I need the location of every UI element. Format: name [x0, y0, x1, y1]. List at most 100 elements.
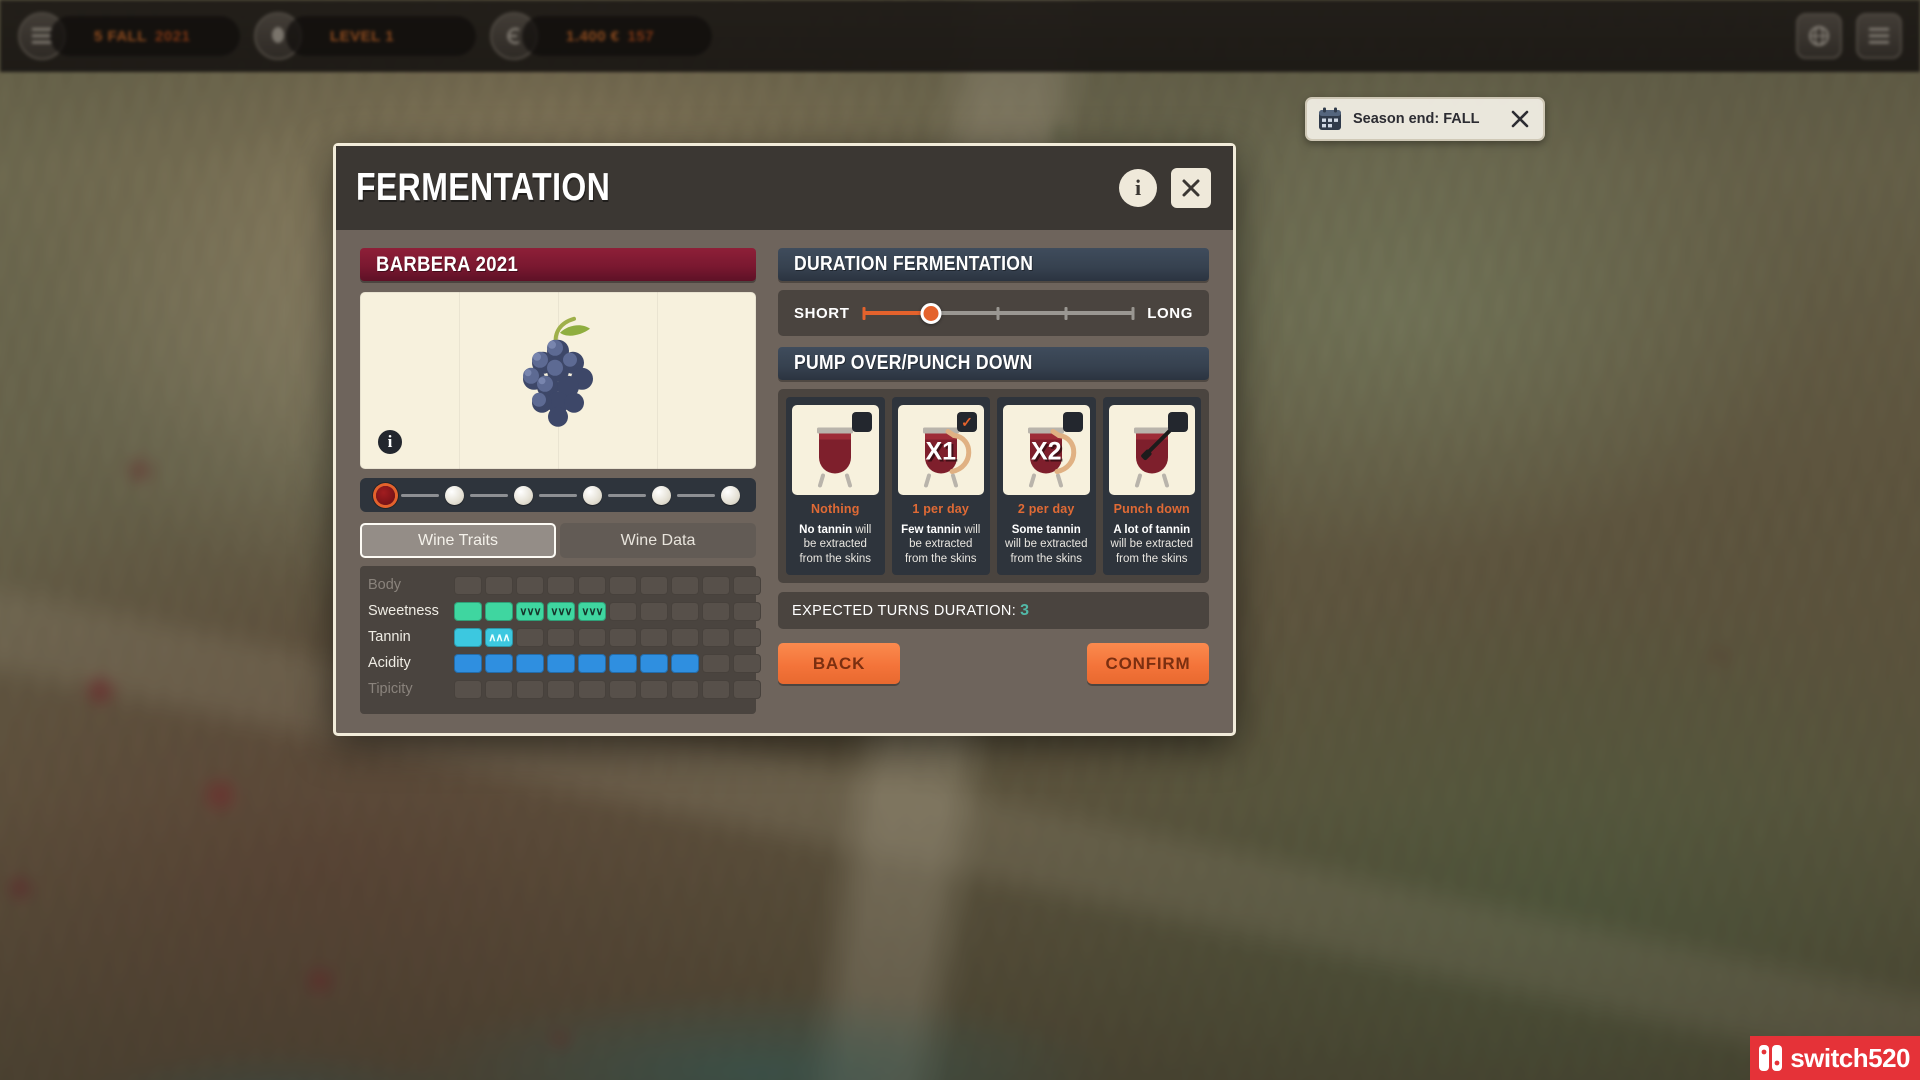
page-title: FERMENTATION	[356, 166, 611, 209]
back-button[interactable]: BACK	[778, 643, 900, 685]
pump-option-description: A lot of tannin will be extracted from t…	[1109, 523, 1196, 566]
pump-option-description: Few tannin will be extracted from the sk…	[898, 523, 985, 566]
grape-preview: i	[360, 292, 756, 469]
watermark: switch520	[1750, 1036, 1920, 1080]
trait-cell	[578, 627, 606, 647]
stepper-dot-2[interactable]	[445, 485, 464, 505]
duration-slider[interactable]	[862, 302, 1135, 324]
dialog-actions: BACK CONFIRM	[778, 643, 1209, 685]
tab-wine-traits[interactable]: Wine Traits	[360, 523, 556, 558]
stepper-connector	[470, 493, 508, 497]
duration-max-label: LONG	[1147, 304, 1193, 322]
trait-cell	[609, 627, 637, 647]
trait-row: Tannin ∧∧∧	[368, 626, 761, 648]
menu-icon[interactable]	[1856, 13, 1902, 59]
pump-option-card[interactable]: Nothing No tannin will be extracted from …	[786, 397, 885, 576]
watermark-text: switch520	[1790, 1042, 1910, 1073]
trait-cell	[733, 601, 761, 621]
stepper-connector	[608, 493, 646, 497]
trait-cells	[454, 653, 761, 673]
trait-label: Tannin	[368, 629, 411, 645]
pump-multiplier-badge: X1	[925, 437, 957, 466]
trait-cell	[609, 601, 637, 621]
pump-title: PUMP OVER/PUNCH DOWN	[794, 352, 1033, 374]
confirm-button[interactable]: CONFIRM	[1087, 643, 1209, 685]
slider-tick-1[interactable]	[862, 306, 865, 320]
pump-option-card[interactable]: X1 ✓ 1 per day Few tannin will be extracted…	[891, 397, 990, 576]
trait-cell	[640, 627, 668, 647]
trait-cell	[733, 627, 761, 647]
duration-title: DURATION FERMENTATION	[794, 253, 1034, 275]
checkbox-checked-icon[interactable]: ✓	[957, 412, 977, 432]
checkbox-unchecked-icon[interactable]	[1062, 412, 1083, 432]
globe-icon[interactable]	[1796, 13, 1842, 59]
pump-option-caption: Punch down	[1113, 502, 1190, 516]
trait-cell	[454, 575, 482, 595]
hud-money-sub: 157	[627, 27, 655, 45]
tab-wine-data[interactable]: Wine Data	[560, 523, 756, 558]
trait-cell	[454, 653, 482, 673]
hud-date-label: 5 FALL	[94, 27, 148, 45]
pump-option-card[interactable]: Punch down A lot of tannin will be extrac…	[1102, 397, 1201, 576]
hud-date-sub: 2021	[155, 27, 191, 45]
trait-cells: ∧∧∧	[454, 627, 761, 647]
pump-option-description: No tannin will be extracted from the ski…	[792, 523, 879, 566]
stepper-connector	[401, 493, 439, 497]
dialog-header: FERMENTATION i	[336, 146, 1233, 230]
trait-cell	[547, 627, 575, 647]
pump-options-list: Nothing No tannin will be extracted from …	[778, 389, 1209, 584]
slider-tick-4[interactable]	[1064, 306, 1068, 320]
slider-tick-3[interactable]	[996, 306, 1000, 320]
hud-chip-date[interactable]: 5 FALL 2021	[50, 16, 240, 56]
checkbox-unchecked-icon[interactable]	[1168, 412, 1188, 432]
trait-cell	[702, 575, 730, 595]
calendar-icon	[1317, 106, 1343, 132]
close-icon[interactable]	[1171, 168, 1211, 208]
slider-tick-5[interactable]	[1131, 306, 1135, 320]
pump-option-caption: 2 per day	[1017, 502, 1075, 516]
hud-money-label: 1.400 €	[566, 27, 620, 45]
stepper-dot-5[interactable]	[652, 485, 671, 505]
trait-cell: ∨∨∨	[516, 601, 544, 621]
hud-chip-money[interactable]: 1.400 € 157	[522, 16, 712, 56]
info-icon[interactable]: i	[376, 428, 404, 456]
wine-traits-grid: Body Sweetness ∨∨∨ ∨∨∨ ∨∨∨ Tannin ∧∧∧ Acidity Ti…	[360, 566, 761, 714]
pump-option-description-strong: Some tannin	[1011, 524, 1081, 536]
trait-cell	[516, 679, 544, 699]
trait-cell	[733, 679, 761, 699]
pump-section-header: PUMP OVER/PUNCH DOWN	[778, 347, 1209, 380]
trait-cell	[733, 653, 761, 673]
chevron-down-icon: ∨∨∨	[581, 605, 603, 618]
trait-cell	[702, 627, 730, 647]
trait-cell	[671, 601, 699, 621]
checkbox-unchecked-icon[interactable]	[851, 412, 872, 432]
trait-cell: ∨∨∨	[547, 601, 575, 621]
hud-level-label: LEVEL 1	[330, 27, 395, 45]
grape-bunch-icon	[498, 310, 618, 445]
pump-option-description-strong: Few tannin	[901, 524, 962, 536]
info-icon[interactable]: i	[1119, 169, 1157, 207]
pump-option-art	[1108, 405, 1195, 495]
stepper-dot-4[interactable]	[583, 485, 602, 505]
close-icon[interactable]	[1507, 106, 1533, 132]
pump-option-card[interactable]: X2 2 per day Some tannin will be extracted…	[997, 397, 1096, 576]
trait-cells	[454, 679, 761, 699]
trait-cell	[671, 627, 699, 647]
stepper-connector	[539, 493, 577, 497]
pump-option-art	[792, 405, 879, 495]
hud-chip-level[interactable]: LEVEL 1	[286, 16, 476, 56]
stepper-dot-3[interactable]	[514, 485, 533, 505]
stepper-dot-1[interactable]	[376, 485, 395, 505]
duration-control: SHORT LONG	[778, 290, 1209, 336]
pump-option-art: X1 ✓	[897, 405, 984, 495]
stepper-dot-6[interactable]	[721, 485, 740, 505]
trait-cell	[547, 653, 575, 673]
trait-cell	[640, 601, 668, 621]
trait-label: Tipicity	[368, 681, 413, 697]
trait-cell	[516, 627, 544, 647]
wine-stage-stepper[interactable]	[360, 478, 756, 512]
slider-handle[interactable]	[920, 302, 942, 324]
pump-option-caption: Nothing	[810, 502, 860, 516]
season-end-toast: Season end: FALL	[1305, 97, 1545, 141]
trait-cell	[454, 627, 482, 647]
